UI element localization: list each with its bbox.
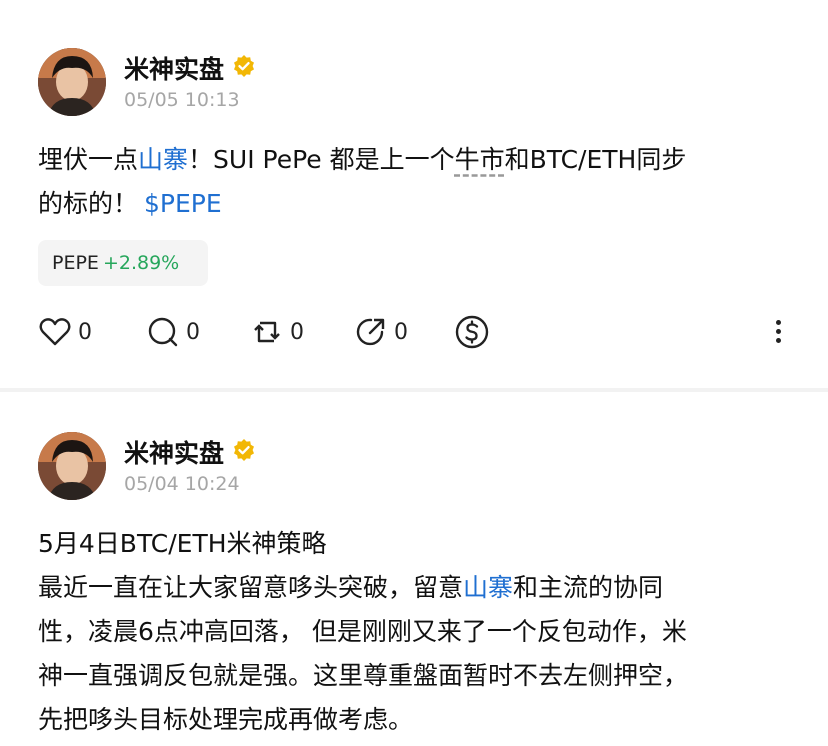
post-time: 05/04 10:24 bbox=[124, 473, 240, 495]
body-text: 神一直强调反包就是强。这里尊重盤面暂时不去左侧押空， bbox=[38, 661, 689, 690]
more-icon[interactable] bbox=[774, 316, 782, 348]
tip-button[interactable] bbox=[454, 312, 496, 352]
verified-badge-icon bbox=[232, 54, 256, 84]
repost-icon bbox=[254, 321, 280, 343]
body-text: 5月4日BTC/ETH米神策略 bbox=[38, 529, 327, 558]
avatar[interactable] bbox=[38, 432, 106, 500]
topic-link[interactable]: 山寨 bbox=[138, 145, 188, 174]
username-text[interactable]: 米神实盘 bbox=[124, 55, 224, 84]
body-text: 和主流的协同 bbox=[513, 573, 664, 602]
ticker-change: +2.89% bbox=[102, 252, 180, 274]
action-bar: 0 0 0 0 bbox=[38, 312, 792, 352]
like-button[interactable]: 0 bbox=[38, 312, 92, 352]
topic-link[interactable]: 山寨 bbox=[463, 573, 513, 602]
share-button[interactable]: 0 bbox=[354, 312, 408, 352]
comment-count: 0 bbox=[186, 319, 200, 345]
heart-icon bbox=[39, 318, 71, 346]
share-icon bbox=[356, 318, 385, 346]
post-time: 05/05 10:13 bbox=[124, 89, 240, 111]
post-body: 5月4日BTC/ETH米神策略 最近一直在让大家留意哆头突破，留意山寨和主流的协… bbox=[38, 522, 792, 742]
comment-icon bbox=[148, 317, 178, 347]
verified-badge-icon bbox=[232, 438, 256, 468]
dollar-icon bbox=[455, 315, 489, 349]
username-text[interactable]: 米神实盘 bbox=[124, 439, 224, 468]
cashtag-link[interactable]: $PEPE bbox=[144, 189, 222, 218]
avatar[interactable] bbox=[38, 48, 106, 116]
body-text: 的标的！ bbox=[38, 189, 139, 218]
repost-count: 0 bbox=[290, 319, 304, 345]
body-text: 最近一直在让大家留意哆头突破，留意 bbox=[38, 573, 464, 602]
body-text: 埋伏一点 bbox=[38, 145, 139, 174]
ticker-chip[interactable]: PEPE +2.89% bbox=[38, 240, 208, 286]
username[interactable]: 米神实盘 bbox=[124, 434, 256, 470]
body-text: 和BTC/ETH同步 bbox=[504, 145, 687, 174]
glossary-term[interactable]: 牛市 bbox=[455, 145, 505, 174]
body-text: ！SUI PePe 都是上一个 bbox=[188, 145, 455, 174]
ticker-symbol: PEPE bbox=[52, 252, 99, 274]
post-card: 米神实盘 05/04 10:24 5月4日BTC/ETH米神策略 最近一直在让大… bbox=[0, 392, 828, 746]
body-text: 先把哆头目标处理完成再做考虑。 bbox=[38, 705, 414, 734]
post-card: 米神实盘 05/05 10:13 埋伏一点山寨！SUI PePe 都是上一个牛市… bbox=[0, 0, 828, 388]
like-count: 0 bbox=[78, 319, 92, 345]
post-body: 埋伏一点山寨！SUI PePe 都是上一个牛市和BTC/ETH同步 的标的！ $P… bbox=[38, 138, 792, 226]
share-count: 0 bbox=[394, 319, 408, 345]
body-text: 性，凌晨6点冲高回落， 但是刚刚又来了一个反包动作，米 bbox=[38, 617, 687, 646]
comment-button[interactable]: 0 bbox=[146, 312, 200, 352]
username[interactable]: 米神实盘 bbox=[124, 50, 256, 86]
repost-button[interactable]: 0 bbox=[250, 312, 304, 352]
